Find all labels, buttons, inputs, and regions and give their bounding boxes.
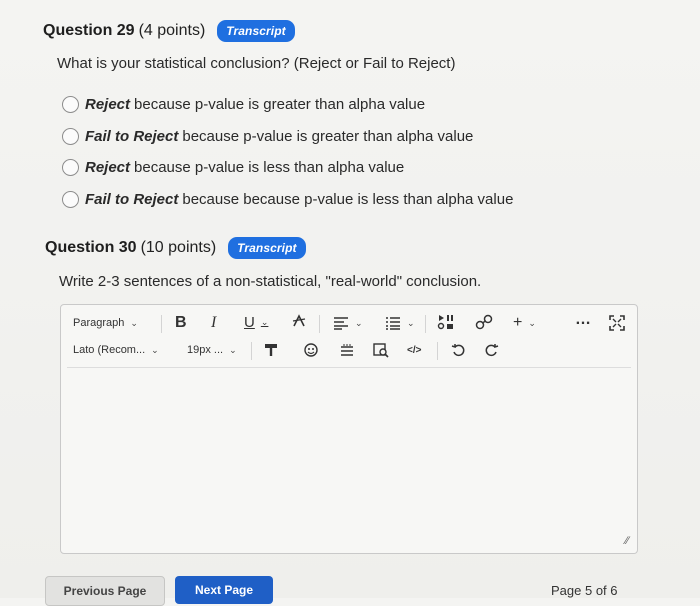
bold-button[interactable]: B — [175, 314, 187, 332]
chevron-down-icon: ⌄ — [260, 317, 269, 327]
question-30-title: Question 30 — [45, 239, 137, 256]
toolbar-divider — [161, 315, 162, 333]
media-icon[interactable] — [437, 314, 455, 330]
question-29-transcript-badge[interactable]: Transcript — [217, 20, 295, 42]
more-label: … — [575, 311, 591, 328]
font-size-select[interactable]: 19px ... ⌄ — [187, 344, 237, 356]
question-29-points: (4 points) — [138, 22, 206, 39]
question-30-header: Question 30 (10 points) Transcript — [45, 237, 306, 259]
answer-editor[interactable]: Paragraph ⌄ B I U ⌄ ⌄ ⌄ + ⌄ … Lato (Reco… — [60, 304, 638, 554]
redo-icon[interactable] — [483, 342, 499, 358]
chevron-down-icon: ⌄ — [229, 344, 237, 355]
font-family-select[interactable]: Lato (Recom... ⌄ — [73, 344, 159, 356]
q29-option-1-emphasis: Reject — [85, 96, 131, 113]
format-select-label: Paragraph — [73, 317, 125, 329]
question-30-points: (10 points) — [140, 239, 217, 256]
q29-option-1-radio[interactable] — [62, 96, 79, 113]
underline-label: U — [244, 314, 255, 331]
toolbar-divider — [437, 342, 438, 360]
insert-label: + — [513, 314, 523, 331]
question-30-transcript-badge[interactable]: Transcript — [228, 237, 306, 259]
q29-option-2-emphasis: Fail to Reject — [85, 128, 179, 145]
find-replace-icon[interactable] — [373, 342, 389, 358]
question-29-title: Question 29 — [43, 22, 135, 39]
chevron-down-icon: ⌄ — [130, 317, 138, 328]
fullscreen-icon[interactable] — [609, 315, 625, 331]
underline-button[interactable]: U ⌄ — [244, 314, 268, 331]
equation-icon[interactable] — [339, 343, 355, 357]
source-code-label: </> — [407, 345, 422, 356]
bold-label: B — [175, 314, 187, 331]
q29-option-4-radio[interactable] — [62, 191, 79, 208]
q29-option-3-emphasis: Reject — [85, 159, 131, 176]
emoji-icon[interactable] — [303, 342, 319, 358]
chevron-down-icon: ⌄ — [407, 317, 415, 328]
list-icon[interactable]: ⌄ — [385, 316, 415, 330]
format-select[interactable]: Paragraph ⌄ — [73, 317, 138, 329]
insert-button[interactable]: + ⌄ — [513, 314, 536, 332]
chevron-down-icon: ⌄ — [355, 317, 363, 328]
previous-page-button[interactable]: Previous Page — [45, 576, 165, 606]
question-29-header: Question 29 (4 points) Transcript — [43, 20, 295, 42]
resize-handle-icon[interactable]: ∕∕ — [625, 535, 629, 547]
more-button[interactable]: … — [575, 311, 591, 329]
italic-label: I — [211, 314, 217, 331]
q29-option-2[interactable]: Fail to Reject because p-value is greate… — [62, 128, 473, 145]
link-icon[interactable] — [475, 314, 493, 330]
q29-option-4[interactable]: Fail to Reject because because p-value i… — [62, 191, 513, 208]
q29-option-3-radio[interactable] — [62, 159, 79, 176]
q29-option-2-text: because p-value is greater than alpha va… — [182, 128, 474, 145]
chevron-down-icon: ⌄ — [151, 344, 159, 355]
q29-option-1[interactable]: Reject because p-value is greater than a… — [62, 96, 425, 113]
chevron-down-icon: ⌄ — [528, 317, 536, 328]
undo-icon[interactable] — [451, 342, 467, 358]
italic-button[interactable]: I — [211, 314, 216, 332]
q29-option-2-radio[interactable] — [62, 128, 79, 145]
toolbar-divider — [319, 315, 320, 333]
font-size-label: 19px ... — [187, 344, 224, 356]
q29-option-1-text: because p-value is greater than alpha va… — [134, 96, 426, 113]
question-29-prompt: What is your statistical conclusion? (Re… — [57, 55, 456, 72]
source-code-button[interactable]: </> — [407, 345, 421, 356]
format-painter-icon[interactable] — [263, 342, 279, 358]
q29-option-4-emphasis: Fail to Reject — [85, 191, 179, 208]
font-family-label: Lato (Recom... — [73, 344, 146, 356]
toolbar-divider — [251, 342, 252, 360]
q29-option-3-text: because p-value is less than alpha value — [134, 159, 405, 176]
align-icon[interactable]: ⌄ — [333, 316, 363, 330]
text-color-icon[interactable] — [291, 313, 307, 329]
q29-option-4-text: because because p-value is less than alp… — [182, 191, 514, 208]
question-30-prompt: Write 2-3 sentences of a non-statistical… — [59, 273, 482, 290]
q29-option-3[interactable]: Reject because p-value is less than alph… — [62, 159, 404, 176]
next-page-button[interactable]: Next Page — [175, 576, 273, 604]
toolbar-divider — [425, 315, 426, 333]
toolbar-bottom-divider — [67, 367, 631, 368]
page-indicator: Page 5 of 6 — [551, 583, 618, 598]
